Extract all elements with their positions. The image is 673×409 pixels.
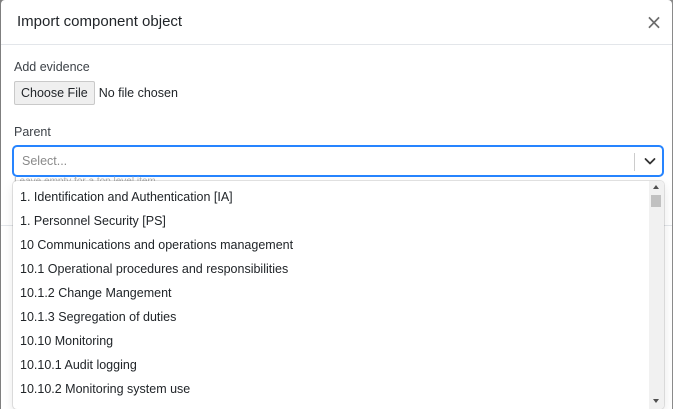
option-item[interactable]: 1. Identification and Authentication [IA… [13,185,649,209]
option-item[interactable]: 10 Communications and operations managem… [13,233,649,257]
option-item[interactable]: 10.10.2 Monitoring system use [13,377,649,401]
select-indicator-separator [634,153,635,171]
option-item[interactable]: 10.10 Monitoring [13,329,649,353]
file-status-text: No file chosen [98,86,178,100]
option-item[interactable]: 10.10.1 Audit logging [13,353,649,377]
option-item[interactable]: 10.1 Operational procedures and responsi… [13,257,649,281]
add-evidence-label: Add evidence [14,60,90,74]
option-item[interactable]: 1. Personnel Security [PS] [13,209,649,233]
scroll-down-arrow-icon[interactable] [653,399,659,403]
close-button[interactable]: × [644,10,664,34]
scroll-up-arrow-icon[interactable] [653,185,659,189]
parent-options-menu: 1. Identification and Authentication [IA… [13,181,664,409]
import-component-modal: Import component object × Add evidence C… [1,0,672,409]
modal-title: Import component object [17,13,183,30]
option-item[interactable]: 10.1.3 Segregation of duties [13,305,649,329]
choose-file-button[interactable]: Choose File [14,81,95,105]
scroll-thumb[interactable] [651,195,661,207]
parent-label: Parent [14,125,51,139]
parent-select-input[interactable] [20,151,624,171]
option-item[interactable]: 10.1.2 Change Mangement [13,281,649,305]
modal-header: Import component object × [1,0,672,45]
chevron-down-icon[interactable] [640,151,660,171]
parent-select[interactable] [13,146,663,176]
options-list: 1. Identification and Authentication [IA… [13,185,649,401]
file-input: Choose File No file chosen [14,81,178,105]
menu-scrollbar[interactable] [649,181,664,409]
